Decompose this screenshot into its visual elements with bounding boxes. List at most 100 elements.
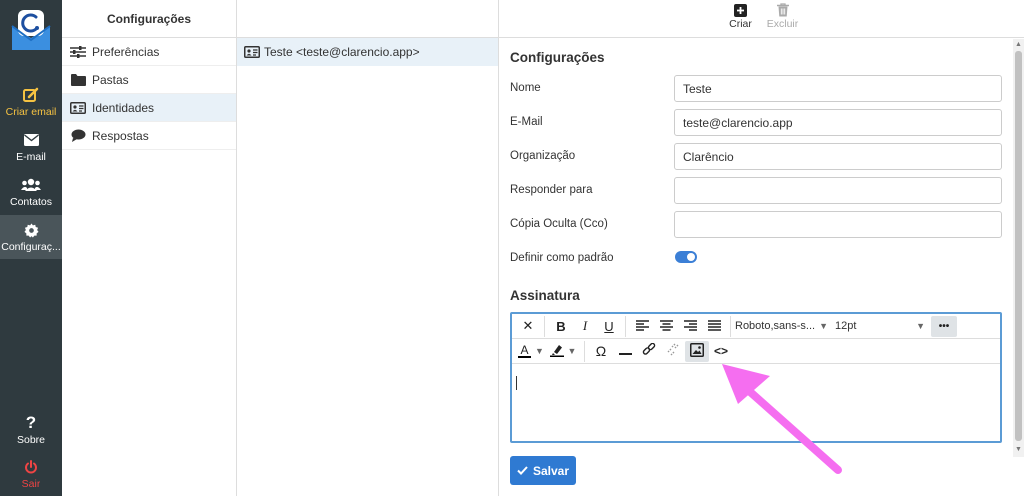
delete-button[interactable]: Excluir	[765, 2, 801, 37]
special-char-button[interactable]: Ω	[589, 341, 613, 362]
nav-email-label: E-mail	[16, 151, 46, 163]
underline-icon: U	[604, 318, 614, 334]
settings-item-preferences[interactable]: Preferências	[62, 38, 236, 66]
italic-icon: I	[582, 318, 588, 333]
field-email-row: E-Mail	[510, 109, 1002, 137]
text-color-letter: A	[520, 342, 529, 357]
field-name-row: Nome	[510, 75, 1002, 103]
field-name-input[interactable]	[674, 75, 1002, 102]
field-reply-to-input[interactable]	[674, 177, 1002, 204]
check-icon	[517, 464, 528, 478]
highlighter-icon	[549, 343, 564, 360]
nav-settings-label: Configuraç...	[1, 241, 61, 253]
close-icon: ✕	[522, 318, 534, 333]
field-bcc-row: Cópia Oculta (Cco)	[510, 211, 1002, 239]
folder-icon	[70, 73, 86, 87]
id-card-icon	[244, 46, 260, 58]
identity-form: Configurações Nome E-Mail Organização Re…	[510, 50, 1002, 485]
nav-compose[interactable]: Criar email	[0, 80, 62, 124]
image-icon	[690, 342, 704, 360]
text-color-button[interactable]: A ▼	[516, 341, 546, 362]
panel-toolbar: Criar Excluir	[499, 0, 1024, 38]
envelope-icon	[23, 131, 39, 149]
form-scrollbar[interactable]: ▲ ▼	[1013, 39, 1024, 457]
nav-compose-label: Criar email	[5, 106, 57, 118]
nav-email[interactable]: E-mail	[0, 125, 62, 169]
unlink-button[interactable]	[661, 341, 685, 362]
identity-list-item[interactable]: Teste <teste@clarencio.app>	[237, 38, 498, 66]
nav-about[interactable]: ? Sobre	[0, 408, 62, 452]
more-icon: •••	[938, 320, 950, 332]
nav-logout[interactable]: Sair	[0, 452, 62, 496]
chevron-down-icon: ▼	[535, 346, 544, 356]
editor-toolbar-row-2: A ▼ ▼ Ω <>	[512, 339, 1000, 364]
settings-item-responses[interactable]: Respostas	[62, 122, 236, 150]
id-card-icon	[70, 101, 86, 115]
settings-item-label: Identidades	[92, 100, 155, 115]
delete-label: Excluir	[766, 18, 799, 30]
nav-logout-label: Sair	[21, 478, 41, 490]
field-organization-input[interactable]	[674, 143, 1002, 170]
bold-button[interactable]: B	[549, 316, 573, 337]
field-bcc-input[interactable]	[674, 211, 1002, 238]
nav-contacts[interactable]: Contatos	[0, 170, 62, 214]
field-organization-row: Organização	[510, 143, 1002, 171]
settings-panel: Configurações Preferências Pastas Identi…	[62, 0, 237, 496]
font-size-select[interactable]: 12pt ▼	[831, 316, 931, 337]
field-bcc-label: Cópia Oculta (Cco)	[510, 218, 608, 230]
scroll-down-icon: ▼	[1015, 446, 1022, 453]
settings-item-label: Respostas	[92, 128, 149, 143]
remove-format-button[interactable]: ✕	[516, 316, 540, 337]
form-title: Configurações	[510, 50, 605, 65]
settings-item-identities[interactable]: Identidades	[62, 94, 236, 122]
horizontal-line-button[interactable]	[613, 341, 637, 362]
align-right-icon	[683, 319, 697, 334]
align-justify-button[interactable]	[702, 316, 726, 337]
font-family-select[interactable]: Roboto,sans-s... ▼	[735, 316, 831, 337]
align-left-button[interactable]	[630, 316, 654, 337]
link-icon	[642, 342, 656, 360]
create-label: Criar	[729, 18, 752, 30]
main-nav: Criar email E-mail Contatos Configuraç..…	[0, 0, 62, 496]
default-identity-label: Definir como padrão	[510, 252, 614, 264]
save-button[interactable]: Salvar	[510, 456, 576, 485]
signature-editor-content[interactable]	[512, 364, 1000, 440]
link-button[interactable]	[637, 341, 661, 362]
scroll-thumb[interactable]	[1015, 51, 1022, 441]
identities-panel: Teste <teste@clarencio.app>	[237, 0, 499, 496]
text-cursor	[516, 376, 517, 390]
settings-header: Configurações	[62, 0, 236, 38]
code-icon: <>	[713, 344, 728, 358]
gear-icon	[23, 221, 39, 239]
font-size-value: 12pt	[835, 320, 857, 332]
nav-about-label: Sobre	[16, 434, 46, 446]
unlink-icon	[666, 343, 680, 360]
sliders-icon	[70, 45, 86, 59]
identities-header	[237, 0, 498, 38]
source-code-button[interactable]: <>	[709, 341, 733, 362]
chevron-down-icon: ▼	[916, 321, 925, 331]
field-organization-label: Organização	[510, 150, 576, 162]
field-reply-to-row: Responder para	[510, 177, 1002, 205]
field-reply-to-label: Responder para	[510, 184, 593, 196]
default-identity-toggle[interactable]	[675, 251, 697, 263]
more-options-button[interactable]: •••	[931, 315, 957, 337]
italic-button[interactable]: I	[573, 316, 597, 337]
signature-title: Assinatura	[510, 288, 580, 303]
field-email-input[interactable]	[674, 109, 1002, 136]
align-right-button[interactable]	[678, 316, 702, 337]
text-color-icon: A	[518, 342, 532, 358]
font-family-value: Roboto,sans-s...	[735, 320, 816, 332]
app-logo	[10, 8, 52, 52]
align-center-button[interactable]	[654, 316, 678, 337]
identity-label: Teste <teste@clarencio.app>	[264, 45, 420, 59]
settings-item-folders[interactable]: Pastas	[62, 66, 236, 94]
insert-image-button[interactable]	[685, 340, 709, 362]
highlight-color-button[interactable]: ▼	[546, 341, 580, 362]
editor-toolbar-row-1: ✕ B I U Roboto,sans-s... ▼ 12pt ▼ •••	[512, 314, 1000, 339]
pencil-square-icon	[23, 86, 39, 104]
trash-icon	[776, 2, 789, 18]
nav-settings[interactable]: Configuraç...	[0, 215, 62, 259]
underline-button[interactable]: U	[597, 316, 621, 337]
create-button[interactable]: Criar	[723, 2, 759, 37]
